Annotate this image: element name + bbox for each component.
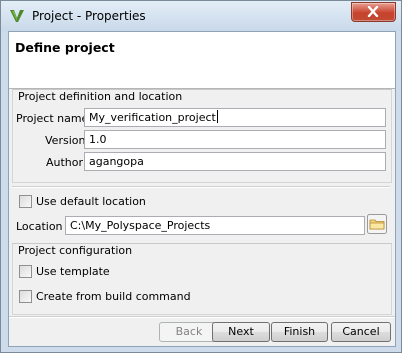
group-title: Project definition and location [18,90,183,103]
project-configuration-group: Project configuration [12,243,392,315]
location-label: Location [16,220,63,233]
author-label: Author [46,156,84,169]
page-title: Define project [15,40,115,55]
close-button[interactable] [351,2,396,22]
use-template-label[interactable]: Use template [36,265,110,278]
project-name-value: My_verification_project [89,111,216,124]
create-from-build-command-label[interactable]: Create from build command [36,290,191,303]
polyspace-v-logo-icon [10,10,24,22]
version-field[interactable]: 1.0 [84,130,386,149]
close-icon [367,6,379,17]
button-bar: Back Next Finish Cancel [9,318,395,346]
use-default-location-label[interactable]: Use default location [36,195,146,208]
use-default-location-checkbox[interactable] [19,195,32,208]
author-field[interactable]: agangopa [84,152,386,171]
version-label: Version [45,134,86,147]
location-value: C:\My_Polyspace_Projects [70,219,211,232]
text-caret [216,110,218,123]
project-name-label: Project name [16,112,89,125]
header-banner: Define project [9,32,395,89]
window-title: Project - Properties [32,9,146,23]
project-name-field[interactable]: My_verification_project [84,108,386,127]
finish-button[interactable]: Finish [271,322,328,342]
location-field[interactable]: C:\My_Polyspace_Projects [65,216,365,235]
divider [12,186,390,188]
browse-folder-button[interactable] [367,214,387,234]
group-title: Project configuration [18,244,133,257]
use-template-checkbox[interactable] [19,265,32,278]
next-button[interactable]: Next [212,322,270,342]
title-bar[interactable]: Project - Properties [1,1,401,31]
back-button[interactable]: Back [159,322,219,342]
author-value: agangopa [89,155,144,168]
folder-icon [367,214,387,234]
dialog-body: Define project Project definition and lo… [8,31,396,347]
version-value: 1.0 [89,133,107,146]
create-from-build-command-checkbox[interactable] [19,290,32,303]
cancel-button[interactable]: Cancel [331,322,391,342]
properties-dialog: Project - Properties Define project Proj… [0,0,402,353]
